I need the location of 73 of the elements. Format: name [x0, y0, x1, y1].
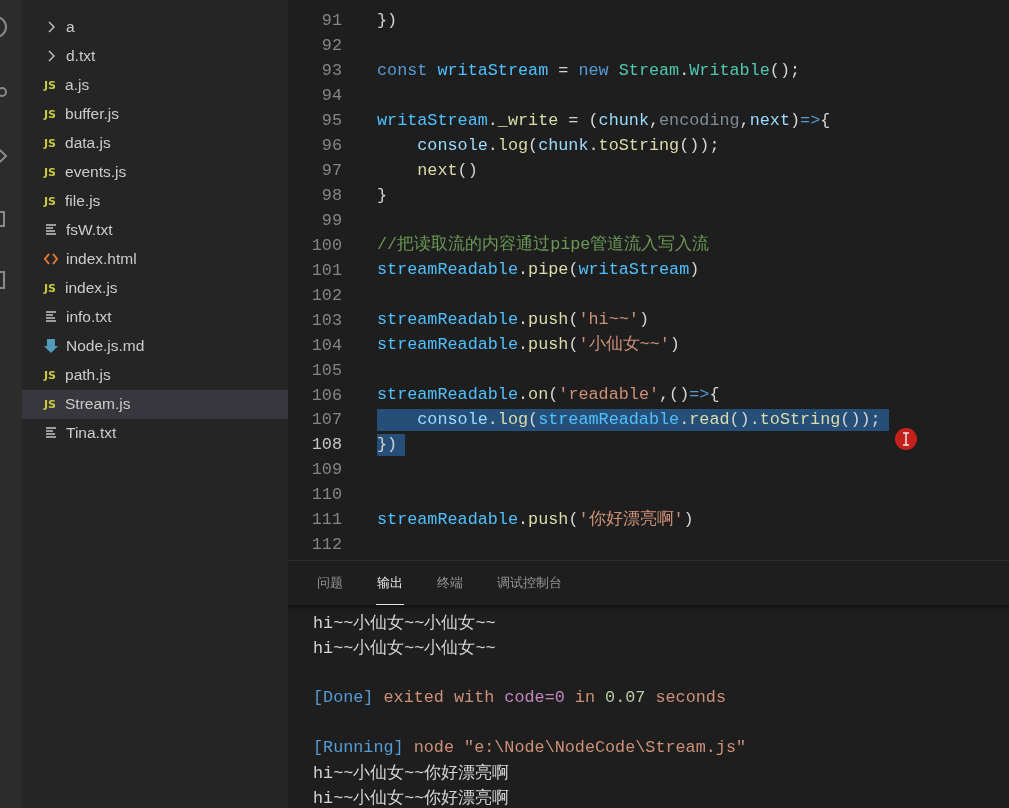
file-tree-item[interactable]: JS file.js: [22, 186, 288, 216]
file-tree-item[interactable]: index.html: [22, 244, 288, 274]
js-file-icon: JS: [44, 136, 56, 150]
code-line: console.log(chunk.toString());: [416, 134, 720, 157]
code-line: streamReadable.pipe(writaStream): [377, 259, 700, 282]
js-file-icon: JS: [44, 78, 56, 92]
panel-tab[interactable]: 调试控制台: [496, 561, 563, 605]
line-number: 108: [310, 435, 342, 455]
line-number: 94: [320, 86, 342, 106]
cursor-icon: [895, 428, 917, 450]
line-number: 98: [320, 186, 342, 206]
code-line: next(): [416, 159, 478, 182]
file-tree-item[interactable]: fsW.txt: [22, 215, 288, 245]
line-number: 95: [320, 111, 342, 131]
line-number: 109: [310, 460, 342, 480]
line-number: 96: [320, 136, 342, 156]
file-tree-item[interactable]: d.txt: [22, 41, 288, 71]
line-number: 107: [310, 410, 342, 430]
text-file-icon: [43, 309, 59, 325]
line-number: 93: [320, 61, 342, 81]
js-file-icon: JS: [44, 281, 56, 295]
file-tree-item[interactable]: JS a.js: [22, 70, 288, 100]
file-tree-item[interactable]: info.txt: [22, 302, 288, 332]
code-line: streamReadable.push('你好漂亮啊'): [377, 508, 694, 531]
line-number: 102: [310, 285, 342, 305]
output-line: hi~~小仙女~~你好漂亮啊: [313, 762, 510, 784]
panel-tab[interactable]: 问题: [316, 561, 344, 605]
code-line: }): [377, 9, 398, 32]
code-brackets-icon: [43, 251, 59, 267]
line-number: 111: [310, 510, 342, 530]
line-number: 101: [310, 260, 342, 280]
file-tree-item[interactable]: JS path.js: [22, 360, 288, 390]
file-tree-item[interactable]: JS data.js: [22, 128, 288, 158]
file-tree-item[interactable]: a: [22, 12, 288, 42]
js-file-icon: JS: [44, 368, 56, 382]
output-line: hi~~小仙女~~小仙女~~: [313, 637, 496, 659]
js-file-icon: JS: [44, 107, 56, 121]
line-number: 100: [310, 235, 342, 255]
file-tree-item[interactable]: JS index.js: [22, 273, 288, 303]
text-file-icon: [43, 222, 59, 238]
line-number: 112: [310, 535, 342, 555]
code-line: streamReadable.push('hi~~'): [377, 309, 649, 332]
file-tree-item[interactable]: Tina.txt: [22, 418, 288, 448]
line-number: 103: [310, 310, 342, 330]
output-line: hi~~小仙女~~你好漂亮啊: [313, 787, 510, 808]
output-line: [Running] node "e:\Node\NodeCode\Stream.js": [313, 737, 747, 757]
line-number: 110: [310, 485, 342, 505]
panel-tab[interactable]: 输出: [376, 561, 404, 605]
file-tree-item[interactable]: JS events.js: [22, 157, 288, 187]
text-file-icon: [43, 425, 59, 441]
line-number: 105: [310, 360, 342, 380]
js-file-icon: JS: [44, 165, 56, 179]
output-line: hi~~小仙女~~小仙女~~: [313, 612, 496, 634]
download-arrow-icon: [43, 338, 59, 354]
line-number: 104: [310, 335, 342, 355]
file-tree-item[interactable]: JS Stream.js: [22, 389, 288, 419]
file-tree-item[interactable]: Node.js.md: [22, 331, 288, 361]
js-file-icon: JS: [44, 194, 56, 208]
file-tree-item[interactable]: JS buffer.js: [22, 99, 288, 129]
line-number: 106: [310, 385, 342, 405]
line-number: 99: [320, 210, 342, 230]
code-line: streamReadable.push('小仙女~~'): [377, 334, 680, 357]
code-line: }: [377, 184, 388, 207]
panel-tab[interactable]: 终端: [436, 561, 464, 605]
output-line: [Done] exited with code=0 in 0.07 seconds: [313, 687, 726, 707]
line-number: 91: [320, 11, 342, 31]
code-line: writaStream._write = (chunk,encoding,next)=>{: [377, 109, 831, 132]
js-file-icon: JS: [44, 397, 56, 411]
code-line: //把读取流的内容通过pipe管道流入写入流: [377, 234, 710, 257]
line-number: 92: [320, 36, 342, 56]
line-number: 97: [320, 161, 342, 181]
code-line: streamReadable.on('readable',()=>{: [377, 384, 720, 407]
code-line: const writaStream = new Stream.Writable();: [377, 59, 801, 82]
